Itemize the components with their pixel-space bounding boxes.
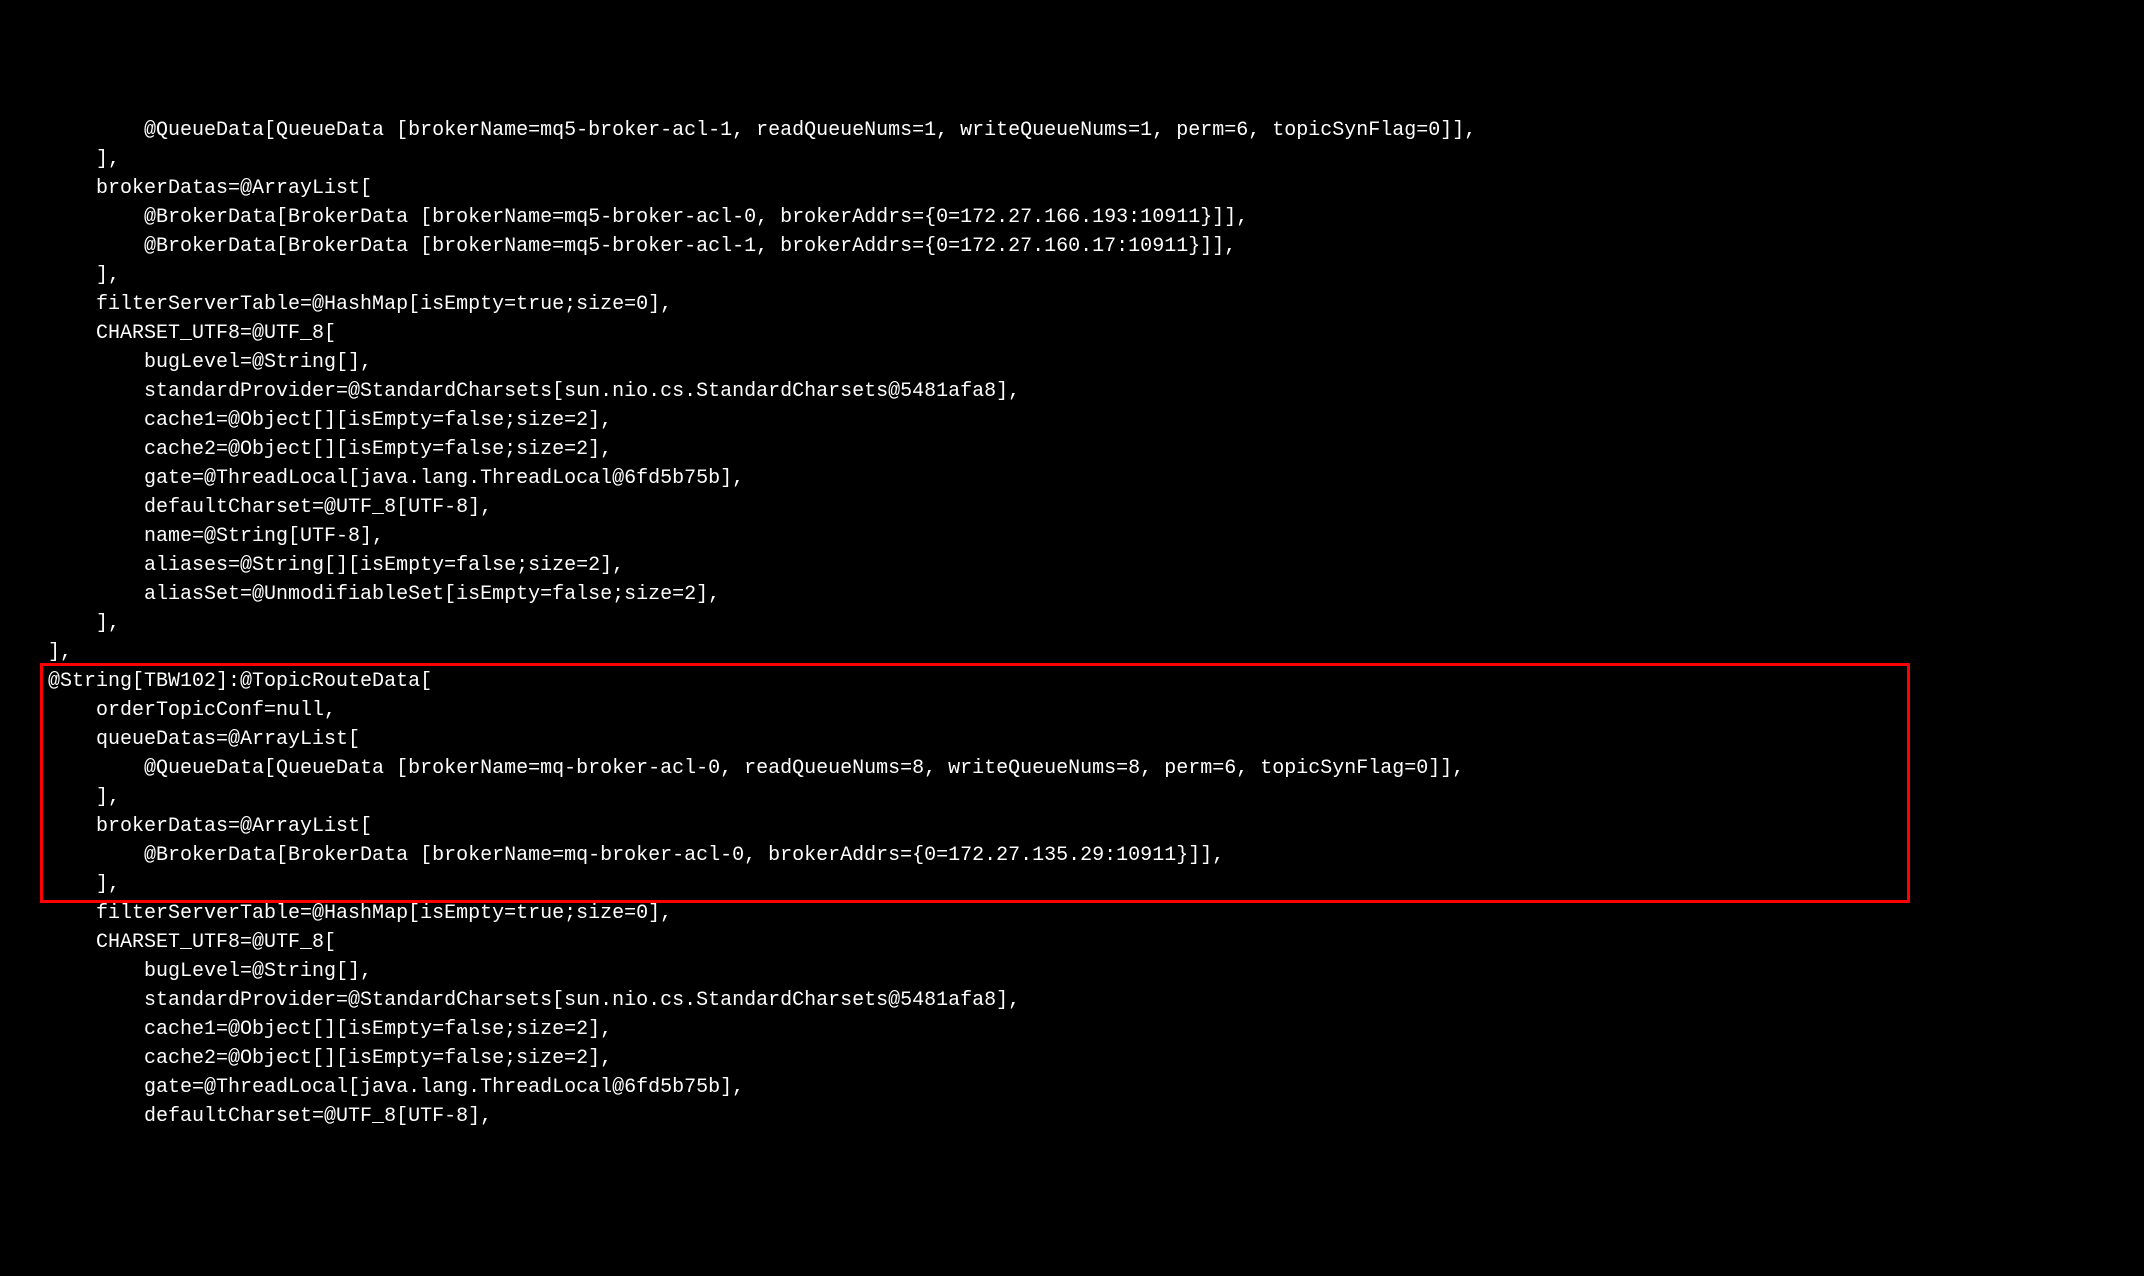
terminal-line: name=@String[UTF-8],: [0, 522, 2144, 551]
terminal-line: CHARSET_UTF8=@UTF_8[: [0, 319, 2144, 348]
terminal-line: defaultCharset=@UTF_8[UTF-8],: [0, 493, 2144, 522]
terminal-line: @BrokerData[BrokerData [brokerName=mq5-b…: [0, 232, 2144, 261]
terminal-line: ],: [0, 870, 2144, 899]
terminal-line: bugLevel=@String[],: [0, 957, 2144, 986]
terminal-line: @BrokerData[BrokerData [brokerName=mq5-b…: [0, 203, 2144, 232]
terminal-line: cache2=@Object[][isEmpty=false;size=2],: [0, 435, 2144, 464]
terminal-output[interactable]: @QueueData[QueueData [brokerName=mq5-bro…: [0, 116, 2144, 1131]
terminal-line: cache1=@Object[][isEmpty=false;size=2],: [0, 1015, 2144, 1044]
terminal-line: gate=@ThreadLocal[java.lang.ThreadLocal@…: [0, 464, 2144, 493]
terminal-line: bugLevel=@String[],: [0, 348, 2144, 377]
terminal-line: gate=@ThreadLocal[java.lang.ThreadLocal@…: [0, 1073, 2144, 1102]
terminal-line: standardProvider=@StandardCharsets[sun.n…: [0, 986, 2144, 1015]
terminal-line: queueDatas=@ArrayList[: [0, 725, 2144, 754]
terminal-line: @QueueData[QueueData [brokerName=mq5-bro…: [0, 116, 2144, 145]
terminal-line: ],: [0, 261, 2144, 290]
terminal-line: ],: [0, 638, 2144, 667]
terminal-line: ],: [0, 783, 2144, 812]
terminal-line: aliasSet=@UnmodifiableSet[isEmpty=false;…: [0, 580, 2144, 609]
terminal-line: aliases=@String[][isEmpty=false;size=2],: [0, 551, 2144, 580]
terminal-line: CHARSET_UTF8=@UTF_8[: [0, 928, 2144, 957]
terminal-line: filterServerTable=@HashMap[isEmpty=true;…: [0, 290, 2144, 319]
terminal-line: brokerDatas=@ArrayList[: [0, 174, 2144, 203]
terminal-line: defaultCharset=@UTF_8[UTF-8],: [0, 1102, 2144, 1131]
terminal-line: orderTopicConf=null,: [0, 696, 2144, 725]
terminal-line: cache1=@Object[][isEmpty=false;size=2],: [0, 406, 2144, 435]
terminal-line: @String[TBW102]:@TopicRouteData[: [0, 667, 2144, 696]
terminal-line: ],: [0, 609, 2144, 638]
terminal-line: brokerDatas=@ArrayList[: [0, 812, 2144, 841]
terminal-line: @BrokerData[BrokerData [brokerName=mq-br…: [0, 841, 2144, 870]
terminal-line: filterServerTable=@HashMap[isEmpty=true;…: [0, 899, 2144, 928]
terminal-line: ],: [0, 145, 2144, 174]
terminal-line: standardProvider=@StandardCharsets[sun.n…: [0, 377, 2144, 406]
terminal-line: @QueueData[QueueData [brokerName=mq-brok…: [0, 754, 2144, 783]
terminal-line: cache2=@Object[][isEmpty=false;size=2],: [0, 1044, 2144, 1073]
